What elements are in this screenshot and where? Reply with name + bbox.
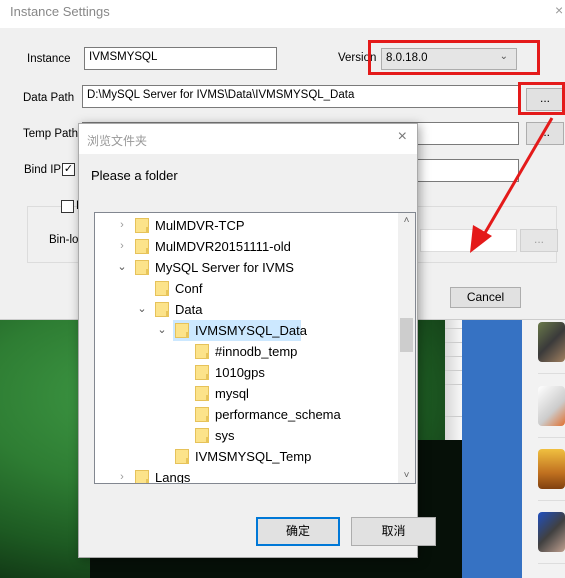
- temp-path-browse-button[interactable]: ...: [526, 122, 564, 145]
- folder-icon: [195, 428, 209, 443]
- divider: [538, 563, 565, 564]
- chevron-right-icon[interactable]: ›: [115, 236, 129, 257]
- chevron-down-icon[interactable]: ⌄: [115, 257, 129, 278]
- dialog-cancel-button[interactable]: 取消: [351, 517, 436, 546]
- tree-item[interactable]: IVMSMYSQL_Temp: [173, 446, 393, 467]
- background-window-list: [445, 318, 463, 440]
- close-icon[interactable]: ×: [398, 128, 407, 146]
- dialog-title: 浏览文件夹: [87, 134, 148, 148]
- instance-label: Instance: [27, 53, 71, 65]
- folder-icon: [135, 260, 149, 275]
- background-app-sidebar: [462, 318, 522, 578]
- scroll-down-icon[interactable]: ˅: [398, 470, 415, 481]
- dialog-prompt: Please a folder: [91, 168, 178, 183]
- chevron-right-icon[interactable]: ›: [115, 467, 129, 483]
- tree-item[interactable]: Conf: [153, 278, 373, 299]
- folder-icon: [175, 449, 189, 464]
- tree-item-label: MySQL Server for IVMS: [155, 260, 294, 275]
- tree-item[interactable]: performance_schema: [193, 404, 413, 425]
- browse-highlight-box: [518, 82, 565, 115]
- bind-ip-checkbox[interactable]: ✓: [62, 163, 75, 176]
- folder-icon: [175, 323, 189, 338]
- tree-item[interactable]: › MulMDVR20151111-old: [120, 236, 353, 257]
- divider: [538, 437, 565, 438]
- cancel-button[interactable]: Cancel: [450, 287, 521, 308]
- folder-icon: [135, 470, 149, 483]
- tree-item[interactable]: #innodb_temp: [193, 341, 413, 362]
- binlog-browse-button[interactable]: ...: [520, 229, 558, 252]
- folder-icon: [195, 344, 209, 359]
- tree-item-label: Langs: [155, 470, 191, 484]
- tree-item-label: Conf: [175, 281, 203, 296]
- window-title: Instance Settings: [10, 4, 110, 19]
- tree-item-label: performance_schema: [215, 407, 341, 422]
- tree-item[interactable]: 1010gps: [193, 362, 413, 383]
- tree-item-label: sys: [215, 428, 235, 443]
- ok-button[interactable]: 确定: [256, 517, 340, 546]
- tree-item[interactable]: sys: [193, 425, 413, 446]
- folder-icon: [135, 218, 149, 233]
- folder-icon: [155, 281, 169, 296]
- binlog-path-input[interactable]: [420, 229, 517, 252]
- tree-item[interactable]: › Langs: [120, 467, 353, 484]
- thumbnail-image[interactable]: [538, 386, 565, 426]
- thumbnail-image[interactable]: [538, 322, 565, 362]
- tree-item[interactable]: ⌄ IVMSMYSQL_Data: [157, 320, 307, 341]
- tree-item-label: MulMDVR20151111-old: [155, 239, 291, 254]
- tree-item-label: #innodb_temp: [215, 344, 298, 359]
- temp-path-label: Temp Path: [23, 128, 78, 140]
- bind-ip-label: Bind IP: [24, 164, 62, 176]
- browse-folder-dialog: 浏览文件夹 × Please a folder ˄ ˅ › MulMDVR-TCP…: [78, 123, 436, 558]
- thumbnail-image[interactable]: [538, 512, 565, 552]
- data-path-input[interactable]: D:\MySQL Server for IVMS\Data\IVMSMYSQL_…: [82, 85, 519, 108]
- scroll-up-icon[interactable]: ˄: [398, 215, 415, 226]
- tree-item[interactable]: ⌄ MySQL Server for IVMS: [117, 257, 353, 278]
- data-path-label: Data Path: [23, 92, 75, 104]
- folder-icon: [195, 365, 209, 380]
- chevron-down-icon[interactable]: ⌄: [135, 299, 149, 320]
- tree-item[interactable]: mysql: [193, 383, 413, 404]
- thumbnail-image[interactable]: [538, 449, 565, 489]
- version-highlight-box: [368, 40, 540, 75]
- tree-item-label: IVMSMYSQL_Temp: [195, 449, 312, 464]
- tree-item[interactable]: › MulMDVR-TCP: [120, 215, 353, 236]
- tree-item-label: IVMSMYSQL_Data: [195, 323, 307, 338]
- tree-item-label: MulMDVR-TCP: [155, 218, 245, 233]
- folder-icon: [155, 302, 169, 317]
- chevron-down-icon[interactable]: ⌄: [155, 320, 169, 341]
- tree-item-label: 1010gps: [215, 365, 265, 380]
- folder-icon: [195, 386, 209, 401]
- divider: [538, 373, 565, 374]
- binlog-checkbox[interactable]: [61, 200, 74, 213]
- folder-tree[interactable]: ˄ ˅ › MulMDVR-TCP › MulMDVR20151111-old ⌄ MyS…: [94, 212, 416, 484]
- folder-icon: [135, 239, 149, 254]
- chevron-right-icon[interactable]: ›: [115, 215, 129, 236]
- tree-item-label: mysql: [215, 386, 249, 401]
- tree-item[interactable]: ⌄ Data: [137, 299, 373, 320]
- divider: [538, 500, 565, 501]
- instance-input[interactable]: IVMSMYSQL: [84, 47, 277, 70]
- folder-icon: [195, 407, 209, 422]
- close-icon[interactable]: ×: [555, 2, 563, 18]
- tree-item-label: Data: [175, 302, 203, 317]
